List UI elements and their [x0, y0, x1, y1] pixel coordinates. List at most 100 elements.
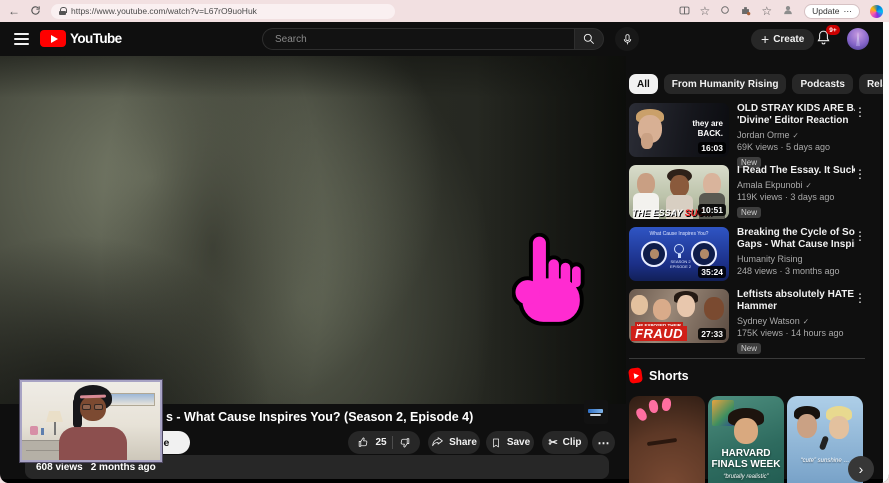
search-button[interactable] [574, 28, 604, 50]
art [797, 414, 817, 438]
extensions-icon[interactable] [740, 5, 751, 18]
bookmark-icon [490, 437, 502, 449]
verified-icon: ✓ [793, 131, 799, 140]
duration-badge: 10:51 [698, 204, 726, 216]
voice-search-button[interactable] [615, 27, 639, 51]
video-player[interactable] [0, 56, 626, 404]
favorite-star-icon[interactable]: ☆ [700, 5, 711, 17]
update-button[interactable]: Update ⋯ [804, 4, 860, 19]
refresh-extension-icon[interactable] [720, 5, 730, 17]
video-title: Hammer [737, 301, 855, 313]
person-face [80, 396, 106, 421]
scissors-icon: ✂ [548, 436, 557, 449]
shorts-caption: HARVARD FINALS WEEK “brutally realistic” [708, 448, 784, 483]
glasses-lens [94, 404, 103, 410]
youtube-wordmark[interactable]: YouTube [70, 31, 122, 46]
menu-icon[interactable] [14, 33, 29, 48]
shorts-thumbnail-2[interactable]: HARVARD FINALS WEEK “brutally realistic” [708, 396, 784, 483]
like-dislike-group: 25 [348, 431, 420, 454]
video-options-icon[interactable]: ⋮ [854, 291, 866, 305]
video-title: OLD STRAY KIDS ARE BACK! [737, 103, 855, 115]
split-screen-icon[interactable] [679, 5, 690, 18]
shorts-title: Shorts [649, 369, 689, 383]
person-torso [59, 427, 127, 460]
create-label: Create [773, 34, 804, 45]
address-bar[interactable]: https://www.youtube.com/watch?v=L67rO9uo… [51, 4, 395, 19]
youtube-header: YouTube + Create 9+ [0, 22, 889, 56]
thumbs-down-icon[interactable] [398, 436, 411, 449]
video-title: I Read The Essay. It Sucked. [737, 165, 855, 177]
art [734, 418, 758, 444]
art [703, 173, 721, 195]
duration-badge: 16:03 [698, 142, 726, 154]
profile-icon[interactable] [782, 4, 794, 18]
share-icon [431, 436, 444, 449]
refresh-icon[interactable] [30, 5, 41, 18]
divider [392, 436, 393, 449]
video-meta: 119K views · 3 days ago [737, 192, 855, 202]
video-thumbnail[interactable]: THE ESSAY SUC… 10:51 [629, 165, 729, 219]
video-title: s - What Cause Inspires You? (Season 2, … [166, 410, 473, 424]
chip-podcasts[interactable]: Podcasts [792, 74, 852, 94]
youtube-logo-icon[interactable] [40, 30, 66, 47]
collections-star-icon[interactable]: ☆ [761, 5, 772, 17]
video-thumbnail[interactable]: they areBACK. 16:03 [629, 103, 729, 157]
video-meta: 69K views · 5 days ago [737, 142, 855, 152]
browser-chrome: ← https://www.youtube.com/watch?v=L67rO9… [0, 0, 889, 22]
search-input[interactable] [262, 28, 574, 50]
notification-badge: 9+ [826, 25, 840, 35]
copilot-icon[interactable] [870, 5, 883, 18]
related-video-3[interactable]: What Cause Inspires You? SEASON 2EPISODE… [629, 227, 874, 285]
clip-label: Clip [563, 437, 582, 448]
channel-name[interactable]: Jordan Orme [737, 130, 790, 140]
save-label: Save [507, 437, 530, 448]
clip-button[interactable]: ✂ Clip [542, 431, 588, 454]
thumbnail-text: they areBACK. [692, 119, 723, 139]
back-icon[interactable]: ← [8, 5, 20, 17]
related-video-2[interactable]: THE ESSAY SUC… 10:51 I Read The Essay. I… [629, 165, 874, 223]
shorts-chevron-button[interactable]: › [848, 456, 874, 482]
lightbulb-icon [674, 244, 684, 254]
art [634, 407, 648, 423]
new-badge: New [737, 343, 761, 354]
more-actions-button[interactable]: ⋯ [592, 431, 615, 454]
wall-art [109, 393, 155, 406]
channel-watermark[interactable] [584, 400, 608, 424]
video-title: Gaps - What Cause Inspires … [737, 239, 855, 251]
account-avatar[interactable] [847, 28, 869, 50]
thumbnail-text: What Cause Inspires You? [629, 231, 729, 237]
channel-name[interactable]: Sydney Watson [737, 316, 800, 326]
video-info: Breaking the Cycle of Societal Gaps - Wh… [737, 227, 855, 276]
chrome-more-icon[interactable]: ⋯ [844, 6, 853, 17]
url-text: https://www.youtube.com/watch?v=L67rO9uo… [71, 6, 257, 16]
new-badge: New [737, 207, 761, 218]
art [631, 295, 648, 315]
art [647, 438, 677, 446]
video-options-icon[interactable]: ⋮ [854, 167, 866, 181]
related-video-1[interactable]: they areBACK. 16:03 OLD STRAY KIDS ARE B… [629, 103, 874, 161]
create-button[interactable]: + Create [751, 29, 814, 50]
video-title: Leftists absolutely HATE Caleb [737, 289, 855, 301]
video-thumbnail[interactable]: HE EXPOSED THEIR FRAUD 27:33 [629, 289, 729, 343]
thumbs-up-icon[interactable] [357, 436, 370, 449]
search-icon [582, 32, 596, 46]
chip-from-humanity-rising[interactable]: From Humanity Rising [664, 74, 787, 94]
page-scrollbar[interactable] [883, 22, 889, 483]
shorts-thumbnail-1[interactable] [629, 396, 705, 483]
channel-name[interactable]: Amala Ekpunobi [737, 180, 803, 190]
video-options-icon[interactable]: ⋮ [854, 229, 866, 243]
save-button[interactable]: Save [486, 431, 534, 454]
art [30, 426, 38, 435]
browser-window: ← https://www.youtube.com/watch?v=L67rO9… [0, 0, 889, 483]
channel-name[interactable]: Humanity Rising [737, 254, 803, 264]
art [653, 299, 671, 320]
art [691, 241, 717, 267]
lamp-pole [54, 422, 56, 435]
more-icon: ⋯ [598, 436, 610, 450]
video-info: Leftists absolutely HATE Caleb Hammer Sy… [737, 289, 855, 356]
video-thumbnail[interactable]: What Cause Inspires You? SEASON 2EPISODE… [629, 227, 729, 281]
video-options-icon[interactable]: ⋮ [854, 105, 866, 119]
chip-all[interactable]: All [629, 74, 658, 94]
share-button[interactable]: Share [428, 431, 480, 454]
related-video-4[interactable]: HE EXPOSED THEIR FRAUD 27:33 Leftists ab… [629, 289, 874, 347]
